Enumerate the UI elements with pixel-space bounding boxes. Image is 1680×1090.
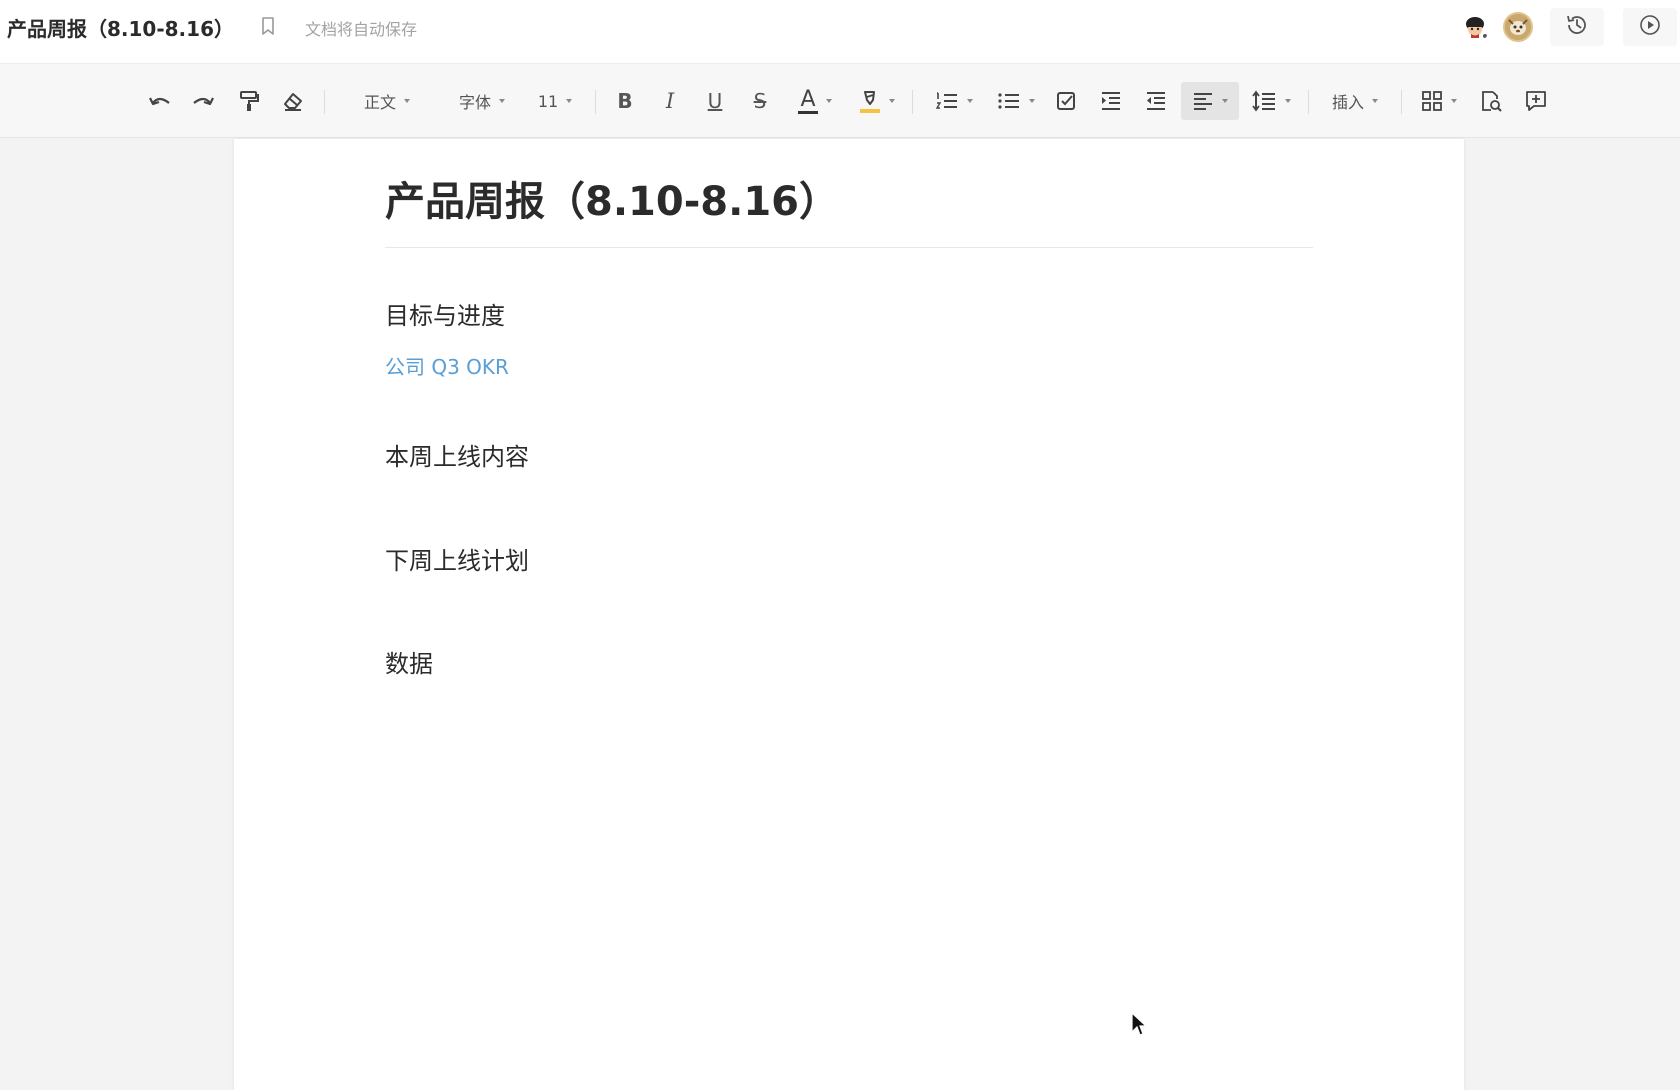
mouse-pointer-icon [1130, 1011, 1148, 1038]
toolbar-divider [595, 90, 596, 114]
insert-label: 插入 [1331, 93, 1364, 112]
outdent-button[interactable] [1139, 84, 1173, 118]
undo-button[interactable] [143, 84, 177, 118]
bullet-list-icon [997, 90, 1021, 112]
toolbar-divider [1308, 90, 1309, 114]
document-title[interactable]: 产品周报（8.10-8.16） [7, 13, 234, 42]
section-heading[interactable]: 数据 [385, 644, 433, 679]
chevron-down-icon [1285, 99, 1291, 103]
font-size-dropdown[interactable]: 11 [532, 84, 578, 118]
section-heading[interactable]: 目标与进度 [385, 296, 505, 331]
align-left-icon [1192, 92, 1214, 110]
line-spacing-dropdown[interactable] [1247, 84, 1295, 118]
chevron-down-icon [1029, 99, 1035, 103]
numbered-list-button[interactable] [928, 84, 980, 118]
page-title[interactable]: 产品周报（8.10-8.16） [385, 169, 839, 227]
bookmark-icon[interactable] [260, 16, 276, 36]
line-spacing-icon [1251, 90, 1277, 112]
undo-icon [147, 91, 173, 111]
history-button[interactable] [1550, 8, 1604, 46]
document-page[interactable]: 产品周报（8.10-8.16） 目标与进度 公司 Q3 OKR 本周上线内容 下… [234, 139, 1464, 1090]
font-color-button[interactable]: A [788, 84, 842, 118]
app-window: 产品周报（8.10-8.16） 文档将自动保存 正文 字体 11 B I U S… [0, 0, 1680, 1090]
insert-dropdown[interactable]: 插入 [1322, 84, 1388, 118]
present-icon [1638, 13, 1662, 41]
add-comment-button[interactable] [1519, 84, 1553, 118]
indent-decrease-icon [1145, 91, 1167, 111]
table-dropdown[interactable] [1414, 84, 1464, 118]
underline-button[interactable]: U [698, 84, 732, 118]
title-divider [385, 247, 1313, 248]
find-in-document-icon [1479, 89, 1503, 113]
font-size-label: 11 [537, 91, 559, 111]
indent-increase-icon [1100, 91, 1122, 111]
collaborator-avatar[interactable] [1460, 12, 1490, 42]
chevron-down-icon [566, 99, 573, 103]
comment-add-icon [1524, 89, 1548, 113]
format-painter-button[interactable] [232, 84, 266, 118]
paragraph-style-dropdown[interactable]: 正文 [352, 84, 422, 118]
font-color-label: A [798, 86, 818, 114]
chevron-down-icon [825, 99, 832, 103]
chevron-down-icon [1372, 99, 1378, 103]
font-family-label: 字体 [458, 93, 491, 112]
present-button[interactable] [1623, 8, 1677, 46]
user-avatar[interactable] [1503, 12, 1533, 42]
autosave-status: 文档将自动保存 [305, 20, 418, 39]
chevron-down-icon [967, 99, 973, 103]
checkbox-icon [1055, 90, 1077, 112]
redo-button[interactable] [186, 84, 220, 118]
paint-format-icon [238, 90, 260, 112]
find-button[interactable] [1474, 84, 1508, 118]
checklist-button[interactable] [1049, 84, 1083, 118]
chevron-down-icon [1222, 99, 1228, 103]
clear-format-button[interactable] [276, 84, 310, 118]
align-dropdown[interactable] [1181, 82, 1239, 120]
strikethrough-button[interactable]: S [743, 84, 777, 118]
eraser-icon [281, 90, 305, 112]
section-heading[interactable]: 下周上线计划 [385, 541, 529, 576]
highlight-button[interactable] [852, 84, 902, 118]
okr-link[interactable]: 公司 Q3 OKR [385, 351, 509, 380]
table-grid-icon [1421, 90, 1443, 112]
bold-button[interactable]: B [608, 84, 642, 118]
toolbar-divider [912, 90, 913, 114]
toolbar-divider [324, 90, 325, 114]
chevron-down-icon [889, 99, 895, 103]
section-heading[interactable]: 本周上线内容 [385, 437, 529, 472]
history-icon [1564, 12, 1590, 42]
bullet-list-button[interactable] [990, 84, 1042, 118]
chevron-down-icon [499, 99, 505, 103]
numbered-list-icon [935, 90, 959, 112]
highlighter-icon [859, 88, 881, 114]
redo-icon [190, 91, 216, 111]
title-bar: 产品周报（8.10-8.16） 文档将自动保存 [0, 0, 1680, 64]
paragraph-style-label: 正文 [363, 93, 396, 112]
toolbar-divider [1401, 90, 1402, 114]
italic-button[interactable]: I [653, 84, 687, 118]
font-family-dropdown[interactable]: 字体 [447, 84, 517, 118]
indent-button[interactable] [1094, 84, 1128, 118]
formatting-toolbar: 正文 字体 11 B I U S A 插入 [0, 64, 1680, 138]
chevron-down-icon [404, 99, 410, 103]
chevron-down-icon [1451, 99, 1457, 103]
